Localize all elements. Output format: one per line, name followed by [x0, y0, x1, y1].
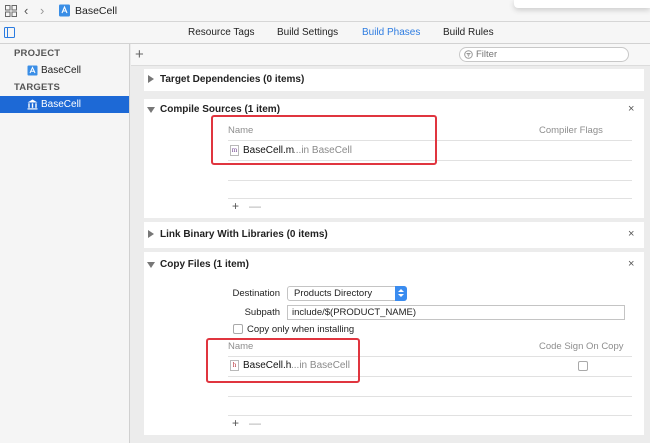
remove-file-button[interactable]: — [249, 416, 261, 430]
phase-title: Link Binary With Libraries (0 items) [160, 229, 328, 240]
row-divider [228, 415, 632, 416]
filter-field[interactable] [459, 47, 629, 62]
phase-copy-files: Copy Files (1 item) × Destination Produc… [144, 252, 644, 435]
phase-header[interactable]: Link Binary With Libraries (0 items) × [144, 224, 644, 246]
related-items-grid-icon[interactable] [5, 5, 17, 17]
remove-file-button[interactable]: — [249, 199, 261, 213]
disclosure-expanded-icon[interactable] [147, 107, 155, 113]
add-file-button[interactable]: + [232, 199, 239, 213]
add-file-button[interactable]: + [232, 416, 239, 430]
code-sign-checkbox[interactable] [578, 361, 588, 371]
project-file-icon [59, 4, 70, 17]
subpath-field[interactable] [287, 305, 625, 320]
add-phase-button[interactable]: + [135, 46, 144, 63]
column-header-compiler-flags[interactable]: Compiler Flags [539, 125, 603, 136]
tab-build-rules[interactable]: Build Rules [443, 27, 494, 38]
row-divider [228, 396, 632, 397]
project-section-header: PROJECT [14, 48, 61, 59]
filter-icon [464, 50, 473, 59]
phase-separator [144, 435, 644, 443]
filter-input[interactable] [476, 49, 616, 60]
sidebar-toggle-icon[interactable] [4, 27, 15, 38]
tab-build-settings[interactable]: Build Settings [277, 27, 338, 38]
disclosure-expanded-icon[interactable] [147, 262, 155, 268]
row-divider [228, 198, 632, 199]
disclosure-collapsed-icon[interactable] [148, 230, 154, 238]
targets-section-header: TARGETS [14, 82, 61, 93]
phase-compile-sources: Compile Sources (1 item) × Name Compiler… [144, 99, 644, 218]
phase-link-binary: Link Binary With Libraries (0 items) × [144, 222, 644, 248]
tab-resource-tags[interactable]: Resource Tags [188, 27, 255, 38]
delete-phase-button[interactable]: × [628, 228, 634, 240]
breadcrumb-project[interactable]: BaseCell [75, 5, 117, 17]
project-target-sidebar: PROJECT BaseCell TARGETS BaseCell [0, 44, 130, 443]
phase-title: Target Dependencies (0 items) [160, 74, 305, 85]
phase-header[interactable]: Copy Files (1 item) × [144, 254, 644, 276]
project-file-icon [27, 65, 38, 76]
column-header-code-sign[interactable]: Code Sign On Copy [539, 341, 624, 352]
phase-title: Copy Files (1 item) [160, 259, 249, 270]
sidebar-item-project[interactable]: BaseCell [0, 62, 129, 79]
framework-target-icon [27, 99, 38, 110]
delete-phase-button[interactable]: × [628, 258, 634, 270]
build-phases-editor: + Target Dependencies (0 items) Compile … [131, 44, 650, 443]
copy-only-label: Copy only when installing [247, 324, 355, 335]
tab-build-phases[interactable]: Build Phases [362, 27, 420, 38]
popup-stepper-icon [395, 286, 407, 301]
destination-popup[interactable]: Products Directory [287, 286, 407, 301]
add-remove-controls: + — [232, 416, 271, 430]
editor-tab-bar: Resource Tags Build Settings Build Phase… [0, 22, 650, 44]
row-divider [228, 180, 632, 181]
forward-chevron-icon[interactable]: › [40, 3, 44, 18]
phase-target-dependencies: Target Dependencies (0 items) [144, 69, 644, 91]
phase-header[interactable]: Target Dependencies (0 items) [144, 69, 644, 91]
sidebar-item-target[interactable]: BaseCell [0, 96, 129, 113]
disclosure-collapsed-icon[interactable] [148, 75, 154, 83]
phase-separator [144, 91, 644, 99]
phase-title: Compile Sources (1 item) [160, 104, 281, 115]
copy-only-checkbox[interactable] [233, 324, 243, 334]
sidebar-item-label: BaseCell [41, 65, 82, 76]
back-chevron-icon[interactable]: ‹ [24, 3, 28, 18]
add-remove-controls: + — [232, 199, 271, 213]
delete-phase-button[interactable]: × [628, 103, 634, 115]
annotation-highlight-box [211, 115, 437, 165]
destination-label: Destination [232, 288, 280, 299]
phases-toolbar: + [131, 44, 650, 66]
popover-edge [514, 0, 650, 8]
subpath-label: Subpath [244, 307, 280, 318]
destination-value: Products Directory [294, 288, 373, 299]
sidebar-item-label: BaseCell [41, 99, 82, 110]
subpath-input[interactable] [288, 306, 624, 319]
jump-bar: ‹ › BaseCell [0, 0, 650, 22]
annotation-highlight-box [206, 338, 360, 383]
